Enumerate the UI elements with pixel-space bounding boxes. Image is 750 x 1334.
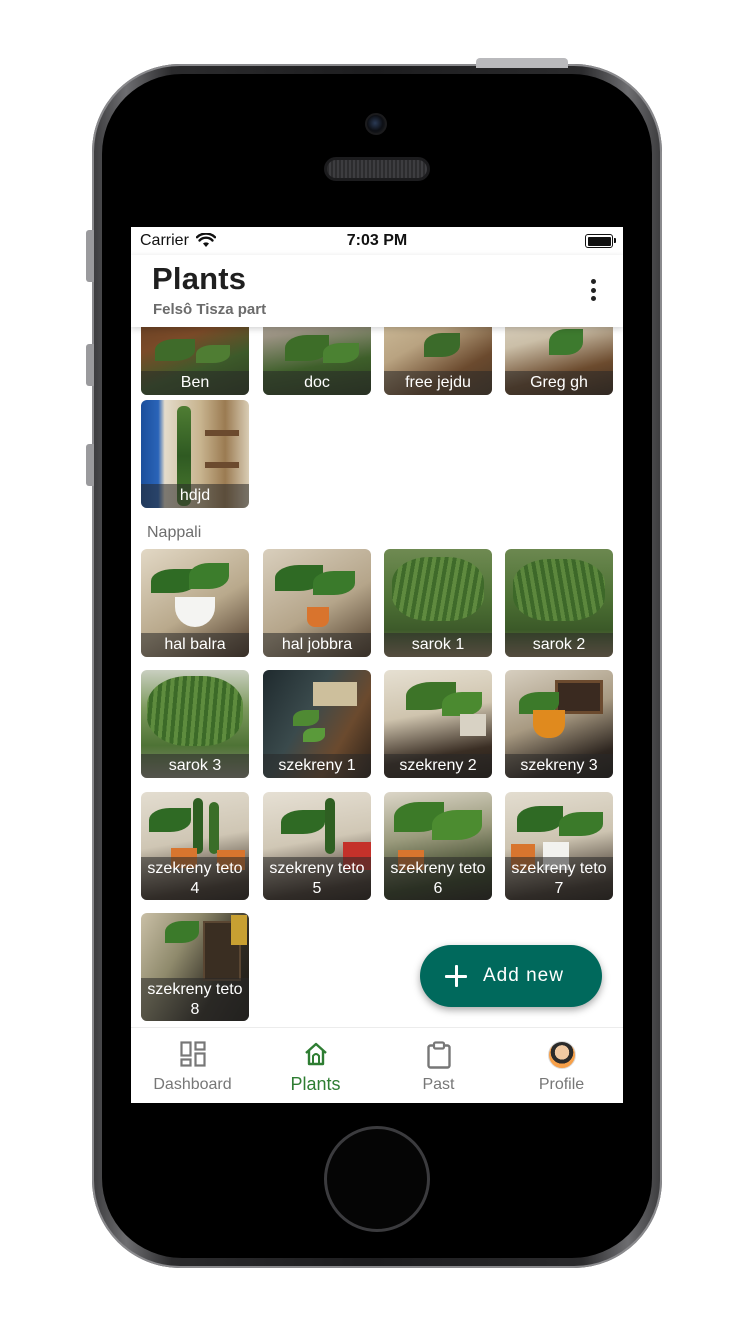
nav-item-dashboard[interactable]: Dashboard	[131, 1028, 254, 1103]
plant-name: szekreny 3	[505, 754, 613, 778]
power-button	[476, 58, 568, 68]
plant-name: szekreny teto 6	[384, 857, 492, 900]
add-new-label: Add new	[483, 965, 564, 986]
plant-name: sarok 3	[141, 754, 249, 778]
plant-tile[interactable]: szekreny 2	[384, 670, 492, 778]
add-new-button[interactable]: Add new	[420, 945, 602, 1007]
plant-tile[interactable]: szekreny teto 5	[263, 792, 371, 900]
more-dot-icon	[590, 287, 596, 293]
status-bar: Carrier 7:03 PM	[131, 227, 623, 255]
plant-tile[interactable]: szekreny teto 6	[384, 792, 492, 900]
bottom-navigation: Dashboard Plants Past Profile	[131, 1027, 623, 1103]
more-options-button[interactable]	[581, 275, 605, 305]
clipboard-icon	[426, 1041, 451, 1069]
nav-item-profile[interactable]: Profile	[500, 1028, 623, 1103]
app-screen: Carrier 7:03 PM Plants Felsô Tisza part …	[131, 227, 623, 1103]
plant-name: hdjd	[141, 484, 249, 508]
plant-name: szekreny teto 4	[141, 857, 249, 900]
mute-switch	[86, 230, 94, 282]
plant-tile[interactable]: sarok 2	[505, 549, 613, 657]
plant-tile[interactable]: doc	[263, 327, 371, 395]
volume-up-button	[86, 344, 94, 386]
plant-tile[interactable]: Ben	[141, 327, 249, 395]
plant-tile[interactable]: Greg gh	[505, 327, 613, 395]
plant-list[interactable]: Ben doc free jejdu Greg gh hdjd Nappali	[131, 327, 623, 1027]
plant-tile[interactable]: szekreny teto 8	[141, 913, 249, 1021]
nav-label-plants: Plants	[290, 1074, 341, 1094]
plant-name: szekreny teto 5	[263, 857, 371, 900]
plant-name: Ben	[141, 371, 249, 395]
plant-name: doc	[263, 371, 371, 395]
location-subtitle: Felsô Tisza part	[153, 301, 267, 318]
plant-tile[interactable]: sarok 3	[141, 670, 249, 778]
plant-tile[interactable]: hal balra	[141, 549, 249, 657]
nav-label-dashboard: Dashboard	[153, 1076, 232, 1093]
plant-tile[interactable]: free jejdu	[384, 327, 492, 395]
app-header: Plants Felsô Tisza part	[131, 255, 623, 327]
plant-name: szekreny teto 8	[141, 978, 249, 1021]
plant-tile[interactable]: szekreny teto 4	[141, 792, 249, 900]
more-dot-icon	[590, 279, 596, 284]
avatar	[547, 1041, 576, 1069]
plant-tile[interactable]: sarok 1	[384, 549, 492, 657]
plant-name: szekreny 1	[263, 754, 371, 778]
room-section-title: Nappali	[147, 524, 202, 541]
more-dot-icon	[590, 296, 596, 301]
plant-tile[interactable]: hdjd	[141, 400, 249, 508]
plant-name: Greg gh	[505, 371, 613, 395]
plus-icon	[445, 965, 467, 987]
plant-name: free jejdu	[384, 371, 492, 395]
plant-name: szekreny 2	[384, 754, 492, 778]
home-button[interactable]	[324, 1126, 430, 1232]
plant-name: sarok 1	[384, 633, 492, 657]
volume-down-button	[86, 444, 94, 486]
plant-name: szekreny teto 7	[505, 857, 613, 900]
plant-tile[interactable]: szekreny 1	[263, 670, 371, 778]
home-icon	[304, 1042, 327, 1066]
dashboard-icon	[179, 1041, 206, 1067]
earpiece-speaker	[324, 157, 430, 181]
nav-item-plants[interactable]: Plants	[254, 1028, 377, 1103]
plant-name: hal balra	[141, 633, 249, 657]
plant-name: hal jobbra	[263, 633, 371, 657]
battery-icon	[585, 234, 616, 248]
plant-tile[interactable]: szekreny 3	[505, 670, 613, 778]
nav-label-profile: Profile	[538, 1076, 585, 1093]
plant-tile[interactable]: hal jobbra	[263, 549, 371, 657]
nav-label-past: Past	[422, 1076, 455, 1093]
plant-tile[interactable]: szekreny teto 7	[505, 792, 613, 900]
status-time: 7:03 PM	[346, 232, 408, 249]
front-camera	[365, 113, 387, 135]
nav-item-past[interactable]: Past	[377, 1028, 500, 1103]
page-title: Plants	[152, 261, 247, 296]
plant-name: sarok 2	[505, 633, 613, 657]
